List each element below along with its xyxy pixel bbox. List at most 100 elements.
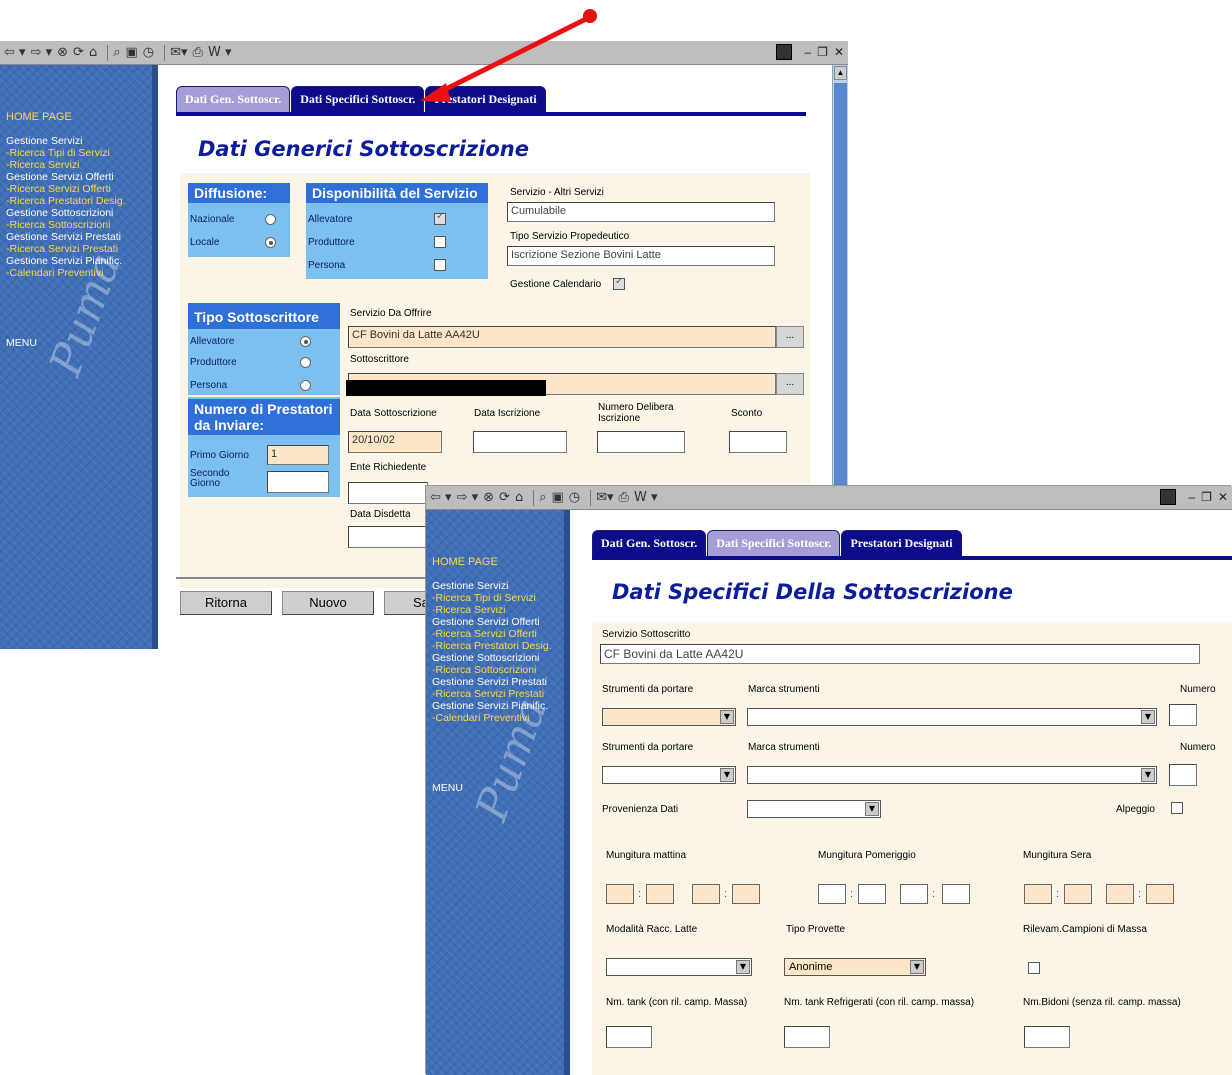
close-icon[interactable]: ✕ [1218, 490, 1228, 504]
time-separator: : [724, 888, 728, 900]
nm-tank-field[interactable] [606, 1026, 652, 1048]
chevron-down-icon[interactable]: ▼ [865, 802, 879, 816]
pomeriggio-end-hour[interactable] [900, 884, 928, 904]
chevron-down-icon[interactable]: ▼ [720, 768, 734, 782]
sera-start-min[interactable] [1064, 884, 1092, 904]
strumenti-select-1[interactable]: ▼ [602, 708, 736, 726]
mattina-end-hour[interactable] [692, 884, 720, 904]
sidebar-home-link[interactable]: HOME PAGE [432, 556, 498, 568]
sera-end-min[interactable] [1146, 884, 1174, 904]
sidebar-item[interactable]: -Ricerca Sottoscrizioni [432, 664, 552, 676]
strumenti-label-2: Strumenti da portare [602, 742, 694, 753]
modalita-select[interactable]: ▼ [606, 958, 752, 976]
time-separator: : [1056, 888, 1060, 900]
refresh-icon[interactable]: ⟳ [499, 490, 510, 505]
time-separator: : [932, 888, 936, 900]
tipo-provette-select[interactable]: Anonime ▼ [784, 958, 926, 976]
windows-logo-icon [1160, 489, 1177, 505]
sidebar-item[interactable]: Gestione Sottoscrizioni [432, 652, 552, 664]
chevron-down-icon[interactable]: ▼ [910, 960, 924, 974]
page-title: Dati Specifici Della Sottoscrizione [612, 580, 1013, 604]
marca-label-2: Marca strumenti [748, 742, 820, 753]
pomeriggio-start-hour[interactable] [818, 884, 846, 904]
pomeriggio-start-min[interactable] [858, 884, 886, 904]
chevron-down-icon[interactable]: ▼ [1141, 768, 1155, 782]
tab-bar: Dati Gen. Sottoscr. Dati Specifici Sotto… [592, 530, 963, 556]
mungitura-pomeriggio-label: Mungitura Pomeriggio [818, 850, 916, 861]
stop-icon[interactable]: ⊗ [483, 490, 494, 505]
marca-label-1: Marca strumenti [748, 684, 820, 695]
modalita-label: Modalità Racc. Latte [606, 924, 698, 935]
minimize-icon[interactable]: – [1188, 490, 1195, 504]
strumenti-label-1: Strumenti da portare [602, 684, 694, 695]
search-icon[interactable]: ⌕ [539, 490, 546, 505]
sidebar-item[interactable]: -Ricerca Tipi di Servizi [432, 592, 552, 604]
maximize-icon[interactable]: ❐ [1201, 490, 1212, 504]
print-icon[interactable]: ⎙ [619, 490, 629, 505]
tipo-provette-value: Anonime [789, 961, 833, 973]
sidebar-menu-label: MENU [432, 782, 463, 794]
mattina-end-min[interactable] [732, 884, 760, 904]
toolbar-separator [533, 489, 535, 506]
arrow-line [436, 15, 590, 96]
provenienza-select[interactable]: ▼ [747, 800, 881, 818]
sidebar-item[interactable]: -Ricerca Prestatori Desig. [432, 640, 552, 652]
back-icon[interactable]: ⇦ ▾ [430, 490, 452, 505]
provenienza-label: Provenienza Dati [602, 804, 679, 815]
mail-icon[interactable]: ✉▾ [596, 490, 613, 505]
toolbar-separator [590, 489, 592, 506]
tab-dati-generici[interactable]: Dati Gen. Sottoscr. [592, 530, 707, 556]
sidebar-item[interactable]: -Ricerca Servizi Offerti [432, 628, 552, 640]
nm-bidoni-field[interactable] [1024, 1026, 1070, 1048]
time-separator: : [850, 888, 854, 900]
favorites-icon[interactable]: ▣ [551, 490, 563, 505]
rilevam-label: Rilevam.Campioni di Massa [1023, 924, 1147, 935]
nm-tank-refrigerati-label: Nm. tank Refrigerati (con ril. camp. mas… [784, 997, 975, 1008]
marca-select-2[interactable]: ▼ [747, 766, 1157, 784]
mungitura-sera-label: Mungitura Sera [1023, 850, 1092, 861]
tab-prestatori[interactable]: Prestatori Designati [841, 530, 962, 556]
time-separator: : [1138, 888, 1142, 900]
edit-icon[interactable]: W ▾ [634, 490, 658, 505]
tab-dati-specifici[interactable]: Dati Specifici Sottoscr. [707, 530, 841, 556]
rilevam-checkbox[interactable] [1028, 962, 1040, 974]
nm-tank-refrigerati-field[interactable] [784, 1026, 830, 1048]
nm-tank-label: Nm. tank (con ril. camp. Massa) [606, 997, 748, 1008]
numero-label-1: Numero [1180, 684, 1216, 695]
history-icon[interactable]: ◷ [569, 490, 580, 505]
window-controls: – ❐ ✕ [1160, 489, 1228, 505]
home-icon[interactable]: ⌂ [515, 490, 523, 505]
tipo-provette-label: Tipo Provette [786, 924, 846, 935]
numero-label-2: Numero [1180, 742, 1216, 753]
numero-field-1[interactable] [1169, 704, 1197, 726]
marca-select-1[interactable]: ▼ [747, 708, 1157, 726]
chevron-down-icon[interactable]: ▼ [1141, 710, 1155, 724]
nm-bidoni-label: Nm.Bidoni (senza ril. camp. massa) [1023, 997, 1181, 1008]
mattina-start-min[interactable] [646, 884, 674, 904]
alpeggio-label: Alpeggio [1116, 804, 1155, 815]
pomeriggio-end-min[interactable] [942, 884, 970, 904]
strumenti-select-2[interactable]: ▼ [602, 766, 736, 784]
arrow-head [420, 83, 451, 102]
chevron-down-icon[interactable]: ▼ [720, 710, 734, 724]
mungitura-mattina-label: Mungitura mattina [606, 850, 687, 861]
sidebar-item[interactable]: Gestione Servizi [432, 580, 552, 592]
servizio-sottoscritto-field[interactable]: CF Bovini da Latte AA42U [600, 644, 1200, 664]
alpeggio-checkbox[interactable] [1171, 802, 1183, 814]
sidebar-item[interactable]: -Ricerca Servizi [432, 604, 552, 616]
sidebar-item[interactable]: Gestione Servizi Prestati [432, 676, 552, 688]
sidebar-item[interactable]: -Ricerca Servizi Prestati [432, 688, 552, 700]
tab-underline [592, 556, 1232, 560]
sidebar-item[interactable]: Gestione Servizi Offerti [432, 616, 552, 628]
servizio-sottoscritto-label: Servizio Sottoscritto [602, 629, 691, 640]
mattina-start-hour[interactable] [606, 884, 634, 904]
browser-toolbar: ⇦ ▾ ⇨ ▾ ⊗ ⟳ ⌂ ⌕ ▣ ◷ ✉▾ ⎙ W ▾ – ❐ ✕ [426, 486, 1232, 510]
time-separator: : [638, 888, 642, 900]
numero-field-2[interactable] [1169, 764, 1197, 786]
sidebar: HOME PAGE Gestione Servizi -Ricerca Tipi… [426, 510, 570, 1075]
sera-end-hour[interactable] [1106, 884, 1134, 904]
sera-start-hour[interactable] [1024, 884, 1052, 904]
forward-icon[interactable]: ⇨ ▾ [457, 490, 479, 505]
window-dati-specifici: ⇦ ▾ ⇨ ▾ ⊗ ⟳ ⌂ ⌕ ▣ ◷ ✉▾ ⎙ W ▾ – ❐ ✕ HOME … [426, 486, 1232, 1075]
chevron-down-icon[interactable]: ▼ [736, 960, 750, 974]
